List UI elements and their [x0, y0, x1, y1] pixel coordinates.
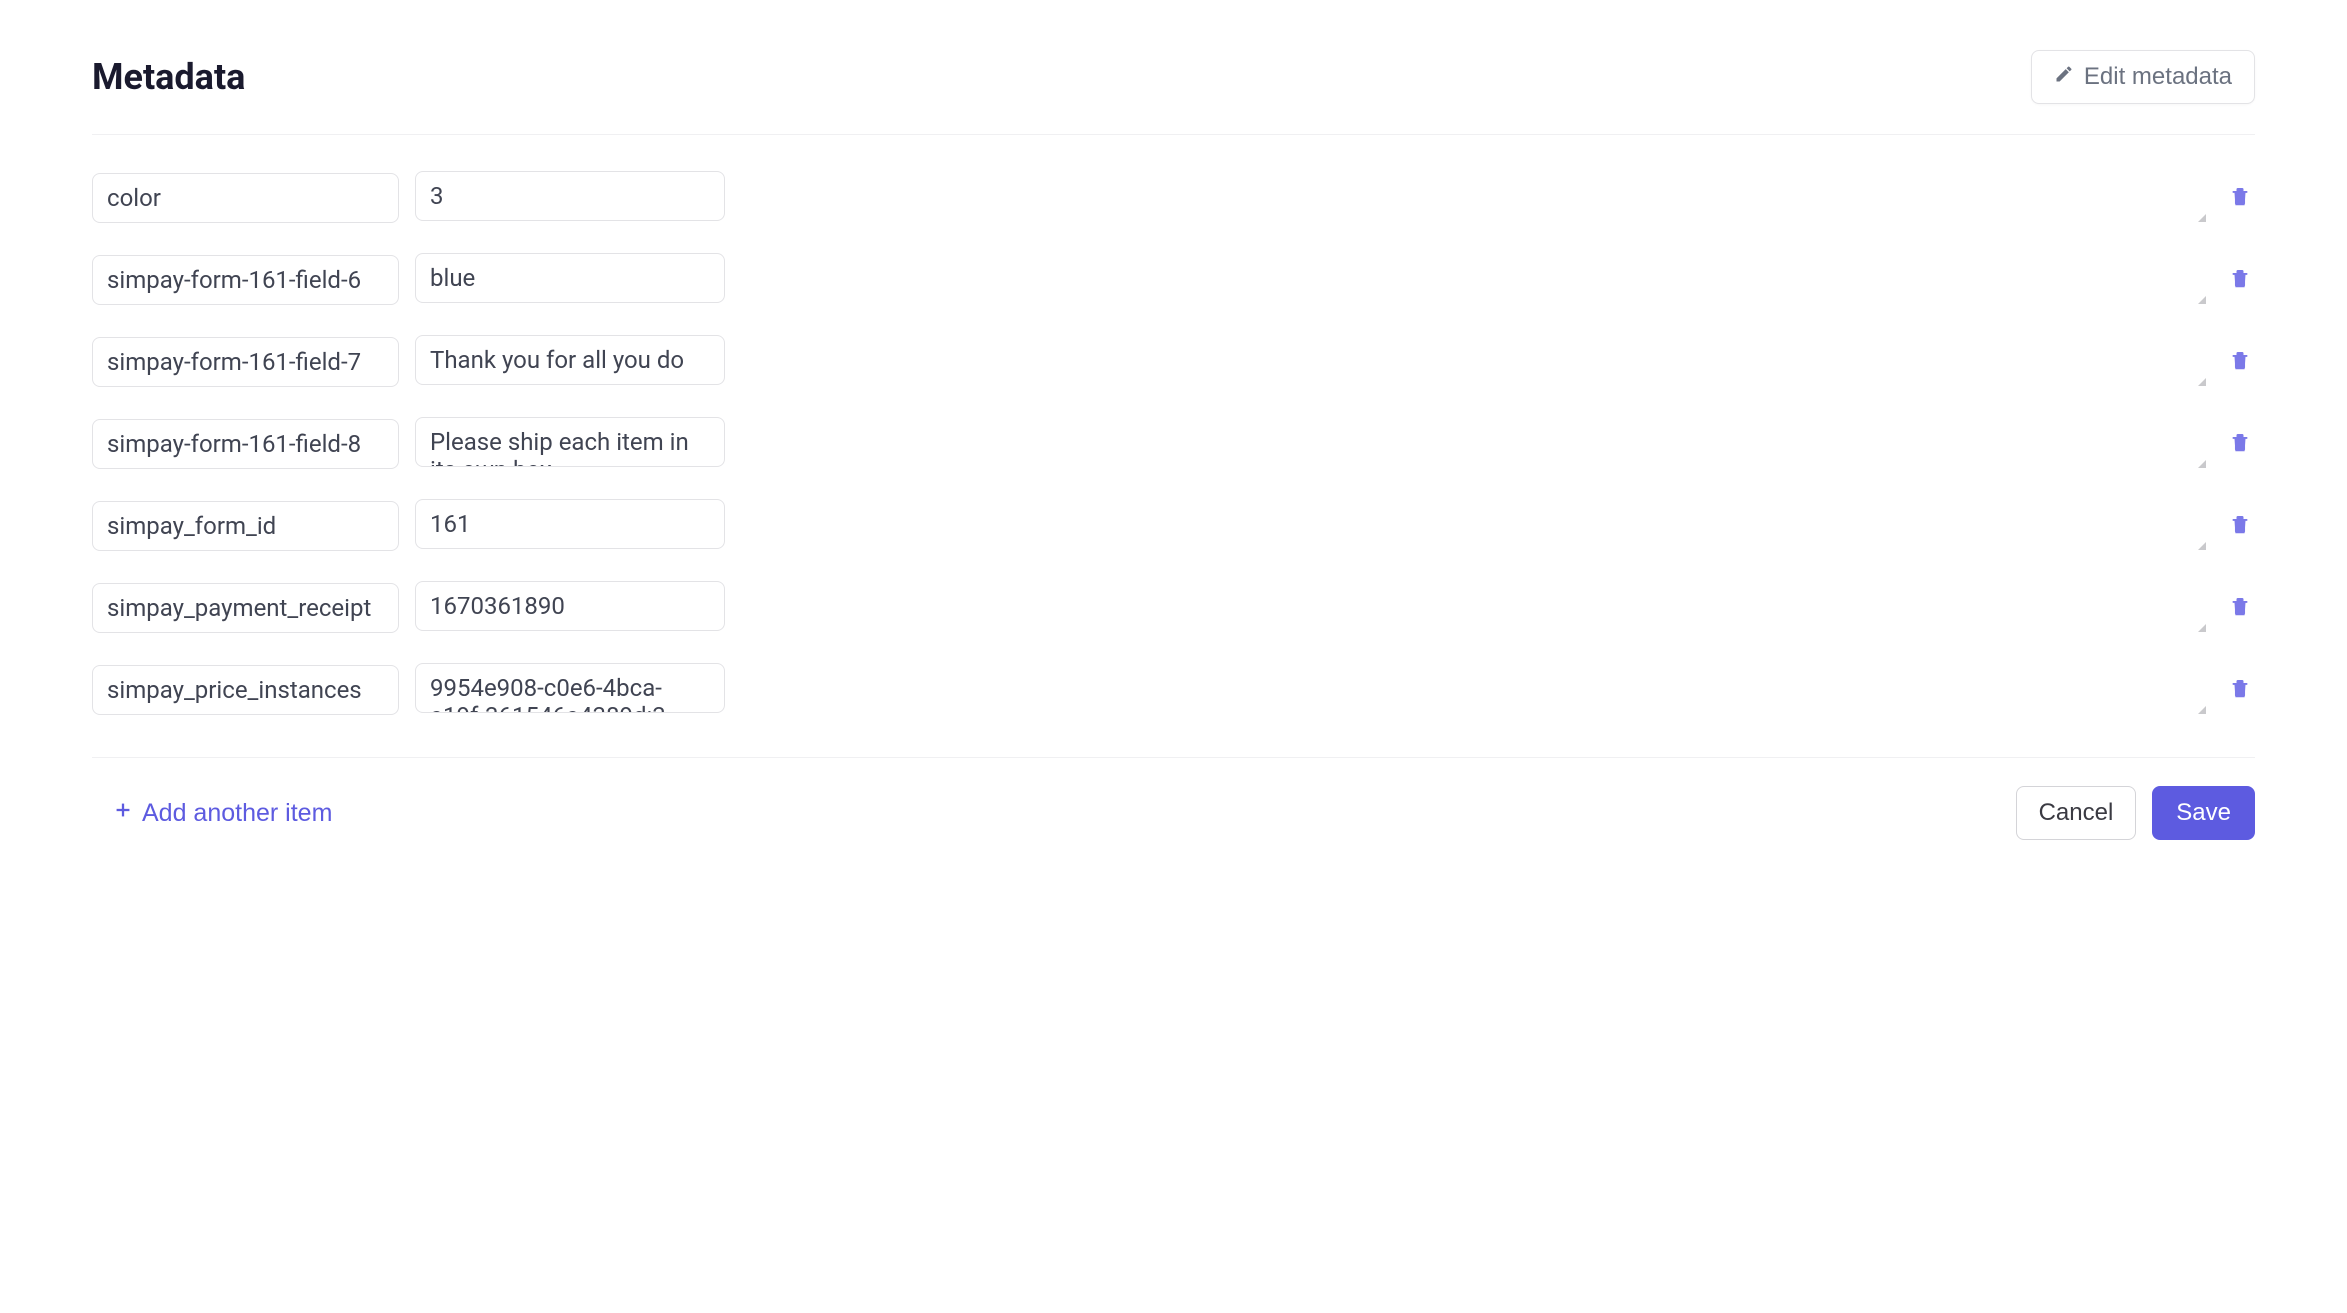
- add-another-item-button[interactable]: Add another item: [92, 791, 352, 836]
- delete-row-button[interactable]: [2225, 427, 2255, 462]
- header-divider: [92, 134, 2255, 135]
- delete-row-button[interactable]: [2225, 591, 2255, 626]
- metadata-value-wrapper: [415, 663, 2209, 717]
- save-button[interactable]: Save: [2152, 786, 2255, 840]
- metadata-value-wrapper: [415, 171, 2209, 225]
- metadata-key-input[interactable]: [92, 173, 399, 223]
- metadata-key-input[interactable]: [92, 419, 399, 469]
- metadata-row: [92, 171, 2255, 225]
- delete-row-button[interactable]: [2225, 509, 2255, 544]
- metadata-key-input[interactable]: [92, 337, 399, 387]
- page-title: Metadata: [92, 56, 245, 98]
- metadata-row: [92, 499, 2255, 553]
- metadata-key-input[interactable]: [92, 665, 399, 715]
- metadata-key-input[interactable]: [92, 583, 399, 633]
- metadata-value-wrapper: [415, 335, 2209, 389]
- metadata-value-input[interactable]: [415, 663, 725, 713]
- trash-icon: [2229, 677, 2251, 704]
- metadata-value-wrapper: [415, 253, 2209, 307]
- footer-actions: Cancel Save: [2016, 786, 2255, 840]
- trash-icon: [2229, 595, 2251, 622]
- footer: Add another item Cancel Save: [92, 786, 2255, 840]
- metadata-row: [92, 581, 2255, 635]
- add-another-item-label: Add another item: [142, 799, 332, 828]
- edit-metadata-label: Edit metadata: [2084, 63, 2232, 91]
- trash-icon: [2229, 185, 2251, 212]
- pencil-icon: [2054, 63, 2074, 91]
- metadata-row: [92, 417, 2255, 471]
- delete-row-button[interactable]: [2225, 263, 2255, 298]
- metadata-value-input[interactable]: [415, 335, 725, 385]
- trash-icon: [2229, 431, 2251, 458]
- metadata-value-input[interactable]: [415, 417, 725, 467]
- metadata-row: [92, 335, 2255, 389]
- metadata-value-input[interactable]: [415, 171, 725, 221]
- edit-metadata-button[interactable]: Edit metadata: [2031, 50, 2255, 104]
- metadata-row: [92, 253, 2255, 307]
- delete-row-button[interactable]: [2225, 673, 2255, 708]
- metadata-rows: [92, 171, 2255, 717]
- trash-icon: [2229, 267, 2251, 294]
- cancel-button[interactable]: Cancel: [2016, 786, 2137, 840]
- metadata-value-wrapper: [415, 417, 2209, 471]
- metadata-value-input[interactable]: [415, 499, 725, 549]
- header: Metadata Edit metadata: [92, 50, 2255, 104]
- metadata-value-input[interactable]: [415, 581, 725, 631]
- plus-icon: [112, 799, 134, 828]
- delete-row-button[interactable]: [2225, 345, 2255, 380]
- metadata-value-wrapper: [415, 581, 2209, 635]
- metadata-value-input[interactable]: [415, 253, 725, 303]
- metadata-row: [92, 663, 2255, 717]
- metadata-key-input[interactable]: [92, 501, 399, 551]
- metadata-value-wrapper: [415, 499, 2209, 553]
- delete-row-button[interactable]: [2225, 181, 2255, 216]
- footer-divider: [92, 757, 2255, 758]
- metadata-key-input[interactable]: [92, 255, 399, 305]
- trash-icon: [2229, 513, 2251, 540]
- trash-icon: [2229, 349, 2251, 376]
